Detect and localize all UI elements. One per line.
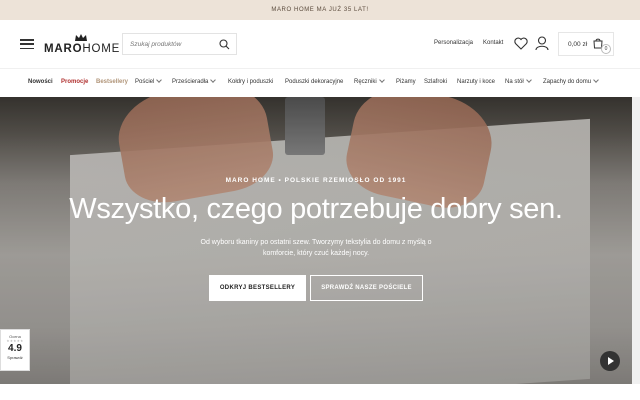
nav-item-bestsellery[interactable]: Bestsellery: [96, 79, 128, 85]
check-bedding-button[interactable]: SPRAWDŹ NASZE POŚCIELE: [310, 275, 423, 301]
cart-amount: 0,00 zł: [568, 40, 588, 48]
play-icon[interactable]: [600, 351, 620, 371]
personalization-link[interactable]: Personalizacja: [434, 40, 473, 46]
rating-widget[interactable]: Ocena ★★★★★ 4.9 Sprawdź: [0, 329, 30, 371]
nav-item-pizamy[interactable]: Piżamy: [396, 79, 416, 85]
nav-item-narzuty[interactable]: Narzuty i koce: [457, 79, 495, 85]
chevron-down-icon: [525, 77, 532, 83]
rating-score: 4.9: [8, 343, 22, 354]
heart-icon[interactable]: [514, 37, 528, 50]
user-icon[interactable]: [535, 36, 549, 51]
nav-item-nowosci[interactable]: Nowości: [28, 79, 53, 85]
hero-description: Od wyboru tkaniny po ostatni szew. Tworz…: [200, 239, 432, 257]
discover-bestsellers-button[interactable]: ODKRYJ BESTSELLERY: [209, 275, 306, 301]
site-header: MAROHOME Personalizacja Kontakt 0,00 zł …: [0, 20, 640, 68]
nav-item-na-stol[interactable]: Na stół: [505, 77, 532, 85]
search-input[interactable]: [130, 35, 222, 53]
chevron-down-icon: [593, 77, 599, 83]
cart-count-badge: 0: [601, 44, 611, 54]
contact-link[interactable]: Kontakt: [483, 40, 503, 46]
logo[interactable]: MAROHOME: [44, 34, 121, 58]
nav-item-przescieradla[interactable]: Prześcieradła: [172, 77, 217, 85]
hero-eyebrow: MARO HOME • POLSKIE RZEMIOSŁO OD 1991: [225, 177, 407, 184]
main-navigation: Nowości Promocje Bestsellery Pościel Prz…: [0, 68, 640, 96]
scrollbar[interactable]: [632, 97, 640, 384]
nav-item-szlafroki[interactable]: Szlafroki: [424, 79, 447, 85]
nav-item-promocje[interactable]: Promocje: [61, 79, 88, 85]
search-icon[interactable]: [219, 39, 230, 50]
chevron-down-icon: [156, 77, 163, 83]
rating-footer: Sprawdź: [7, 355, 23, 360]
nav-item-posciel[interactable]: Pościel: [135, 77, 163, 85]
logo-text: MAROHOME: [44, 43, 121, 55]
chevron-down-icon: [378, 77, 385, 83]
search-box[interactable]: [122, 33, 237, 55]
crown-icon: [75, 34, 87, 41]
announcement-text: MARO HOME MA JUŻ 35 LAT!: [271, 7, 369, 13]
menu-icon[interactable]: [20, 39, 34, 49]
nav-item-koldry[interactable]: Kołdry i poduszki: [228, 79, 273, 85]
hero-banner: MARO HOME • POLSKIE RZEMIOSŁO OD 1991 Ws…: [0, 97, 632, 384]
nav-item-reczniki[interactable]: Ręczniki: [354, 77, 385, 85]
nav-item-poduszki-dekoracyjne[interactable]: Poduszki dekoracyjne: [285, 79, 343, 85]
chevron-down-icon: [210, 77, 217, 83]
cart-button[interactable]: 0,00 zł 0: [558, 32, 614, 56]
nav-item-zapachy[interactable]: Zapachy do domu: [543, 77, 599, 85]
announcement-bar: MARO HOME MA JUŻ 35 LAT!: [0, 0, 640, 20]
hero-title: Wszystko, czego potrzebuje dobry sen.: [69, 193, 563, 225]
